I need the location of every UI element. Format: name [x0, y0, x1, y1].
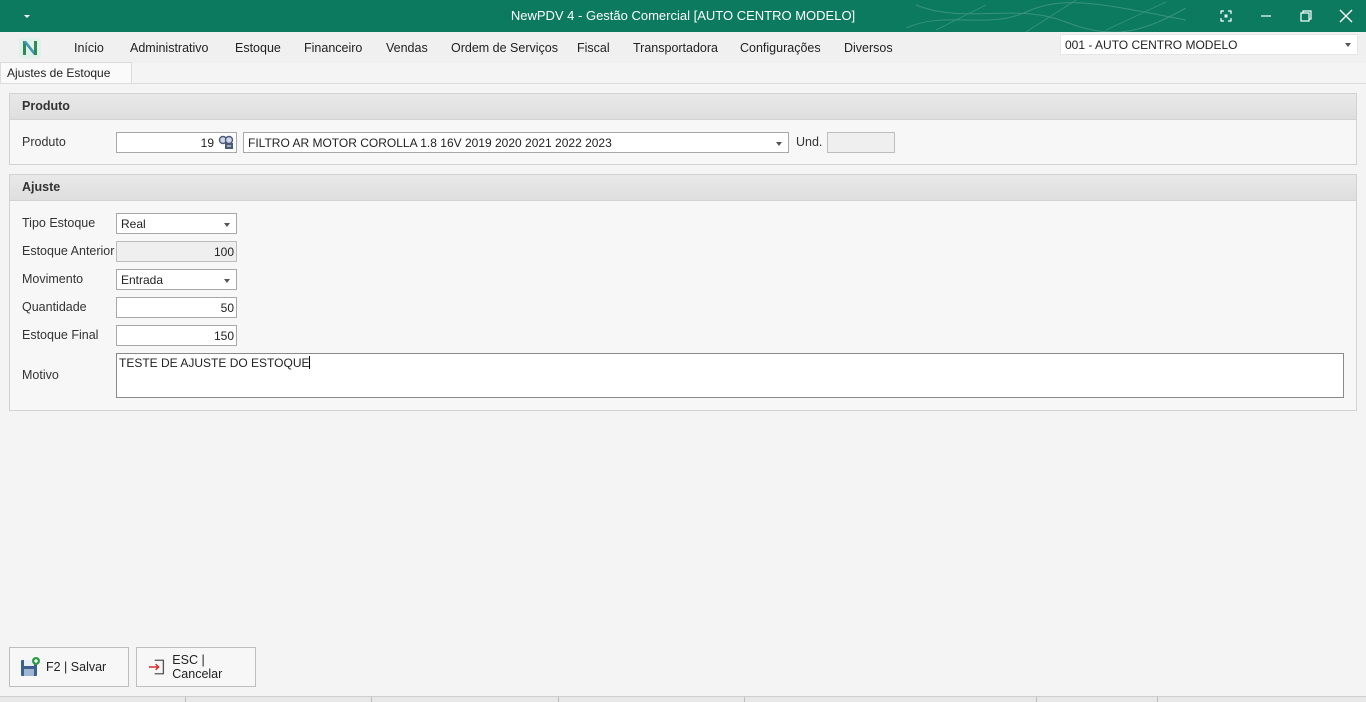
- status-separator: [371, 697, 372, 702]
- tipo-estoque-select[interactable]: Real: [116, 213, 237, 234]
- close-icon: [1339, 9, 1353, 23]
- quantidade-label: Quantidade: [22, 300, 87, 314]
- cancel-button-label: ESC | Cancelar: [172, 653, 223, 681]
- minimize-icon: [1261, 15, 1271, 17]
- tipo-estoque-value: Real: [121, 217, 146, 231]
- close-button[interactable]: [1326, 0, 1366, 32]
- quantidade-field[interactable]: 50: [116, 297, 237, 318]
- restore-icon: [1300, 10, 1312, 22]
- save-button-label: F2 | Salvar: [46, 660, 107, 674]
- tab-divider: [0, 83, 1366, 84]
- produto-description-value: FILTRO AR MOTOR COROLLA 1.8 16V 2019 202…: [248, 136, 612, 150]
- tab-ajustes-de-estoque[interactable]: Ajustes de Estoque: [0, 62, 132, 84]
- motivo-value: TESTE DE AJUSTE DO ESTOQUE: [119, 356, 310, 370]
- estoque-anterior-field: 100: [116, 241, 237, 262]
- chevron-down-icon: [1345, 43, 1351, 47]
- produto-group-header: Produto: [10, 94, 1356, 120]
- chevron-down-icon: [776, 142, 782, 146]
- estoque-final-label: Estoque Final: [22, 328, 99, 342]
- unidade-label: Und.: [796, 135, 823, 149]
- menu-financeiro[interactable]: Financeiro: [304, 41, 362, 55]
- movimento-value: Entrada: [121, 273, 164, 287]
- app-logo-icon[interactable]: [19, 38, 41, 58]
- unidade-field: [827, 132, 895, 153]
- status-bar: [0, 696, 1366, 702]
- save-icon: [21, 657, 40, 676]
- ajuste-group-header: Ajuste: [10, 175, 1356, 201]
- motivo-label: Motivo: [22, 368, 59, 382]
- fullscreen-icon: [1220, 10, 1232, 22]
- produto-label: Produto: [22, 135, 66, 149]
- chevron-down-icon: [224, 279, 230, 283]
- menu-ordem-de-servicos[interactable]: Ordem de Serviços: [451, 41, 558, 55]
- movimento-label: Movimento: [22, 272, 84, 286]
- estoque-anterior-label: Estoque Anterior: [22, 244, 115, 258]
- produto-code-field[interactable]: 19: [116, 132, 237, 153]
- chevron-down-icon: [224, 223, 230, 227]
- status-separator: [744, 697, 745, 702]
- menu-estoque[interactable]: Estoque: [235, 41, 281, 55]
- produto-code-value: 19: [200, 136, 214, 150]
- menu-administrativo[interactable]: Administrativo: [130, 41, 209, 55]
- fullscreen-button[interactable]: [1206, 0, 1246, 32]
- company-select[interactable]: 001 - AUTO CENTRO MODELO: [1060, 34, 1358, 55]
- status-separator: [558, 697, 559, 702]
- cancel-button[interactable]: ESC | Cancelar: [136, 647, 256, 687]
- status-separator: [1157, 697, 1158, 702]
- company-select-value: 001 - AUTO CENTRO MODELO: [1065, 38, 1238, 52]
- menu-transportadora[interactable]: Transportadora: [633, 41, 718, 55]
- title-bar: NewPDV 4 - Gestão Comercial [AUTO CENTRO…: [0, 0, 1366, 32]
- text-cursor: [309, 356, 311, 369]
- menu-fiscal[interactable]: Fiscal: [577, 41, 610, 55]
- menu-configuracoes[interactable]: Configurações: [740, 41, 821, 55]
- menu-bar: Início Administrativo Estoque Financeiro…: [0, 32, 1366, 63]
- produto-description-select[interactable]: FILTRO AR MOTOR COROLLA 1.8 16V 2019 202…: [243, 132, 789, 153]
- menu-diversos[interactable]: Diversos: [844, 41, 893, 55]
- menu-vendas[interactable]: Vendas: [386, 41, 428, 55]
- status-separator: [185, 697, 186, 702]
- exit-icon: [148, 659, 165, 675]
- menu-inicio[interactable]: Início: [74, 41, 104, 55]
- tipo-estoque-label: Tipo Estoque: [22, 216, 96, 230]
- save-button[interactable]: F2 | Salvar: [9, 647, 129, 687]
- motivo-textarea[interactable]: TESTE DE AJUSTE DO ESTOQUE: [116, 353, 1344, 398]
- search-product-icon[interactable]: [218, 135, 234, 150]
- estoque-final-field[interactable]: 150: [116, 325, 237, 346]
- produto-group: Produto: [9, 93, 1357, 165]
- window-title: NewPDV 4 - Gestão Comercial [AUTO CENTRO…: [510, 8, 856, 23]
- status-separator: [1036, 697, 1037, 702]
- minimize-button[interactable]: [1246, 0, 1286, 32]
- restore-button[interactable]: [1286, 0, 1326, 32]
- movimento-select[interactable]: Entrada: [116, 269, 237, 290]
